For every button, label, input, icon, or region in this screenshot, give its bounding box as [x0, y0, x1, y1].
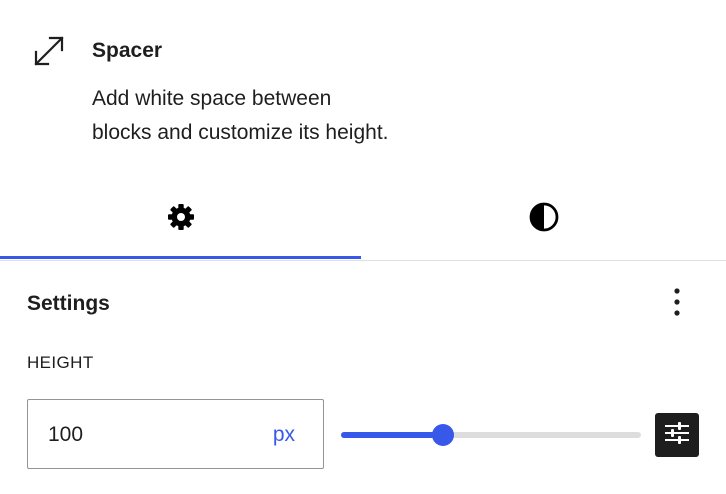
gear-icon [166, 202, 196, 237]
contrast-icon [528, 201, 560, 238]
height-unit-control: px [27, 399, 324, 469]
block-description-line: Add white space between [92, 87, 332, 110]
inspector-tabs [0, 180, 726, 261]
block-card: Spacer Add white space between blocks an… [0, 0, 726, 180]
block-description: Add white space between blocks and custo… [92, 82, 492, 150]
unit-select[interactable]: px [273, 422, 295, 448]
tab-settings[interactable] [0, 180, 361, 259]
vertical-ellipsis-icon [674, 287, 680, 321]
panel-title: Settings [27, 292, 110, 315]
resize-arrows-icon [32, 34, 66, 68]
more-options-button[interactable] [662, 286, 692, 322]
slider-thumb[interactable] [432, 424, 454, 446]
active-tab-indicator [0, 256, 361, 259]
block-title: Spacer [92, 39, 163, 62]
custom-size-toggle-button[interactable] [655, 413, 699, 457]
height-slider[interactable] [341, 420, 641, 450]
height-input[interactable] [48, 418, 248, 452]
tab-styles[interactable] [363, 180, 724, 258]
sliders-icon [664, 421, 690, 450]
slider-fill [341, 432, 443, 438]
height-label: HEIGHT [27, 353, 94, 372]
block-description-line: blocks and customize its height. [92, 121, 389, 144]
